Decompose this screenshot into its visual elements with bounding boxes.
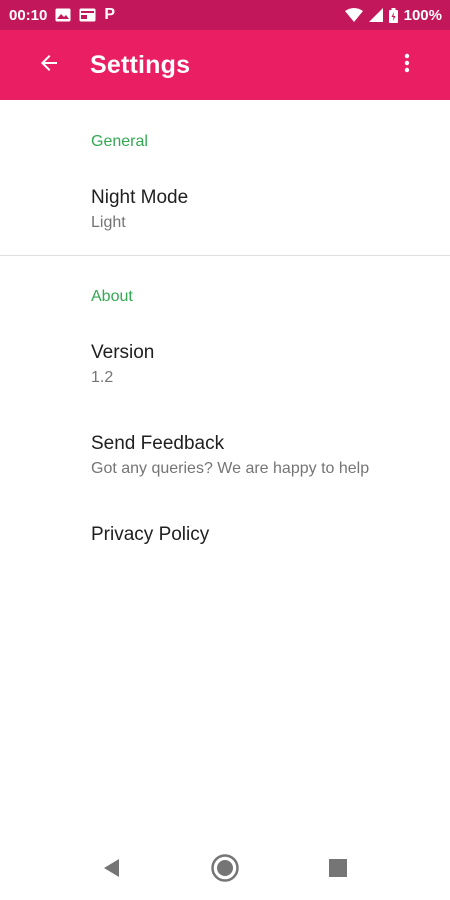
pref-summary: 1.2 [91, 369, 114, 386]
card-icon [79, 8, 96, 22]
settings-screen: 00:10 P 100% Settings General Night Mode… [0, 0, 450, 900]
nav-back-button[interactable] [96, 854, 128, 886]
nav-recents-button[interactable] [322, 854, 354, 886]
arrow-back-icon [37, 51, 61, 80]
status-bar: 00:10 P 100% [0, 0, 450, 30]
p-app-icon: P [104, 6, 116, 23]
pref-title: Send Feedback [91, 433, 225, 454]
system-nav-bar [0, 840, 450, 900]
pref-summary: Light [91, 214, 126, 231]
battery-icon [388, 7, 398, 23]
nav-recents-icon [329, 858, 347, 882]
overflow-menu-button[interactable] [386, 44, 428, 86]
back-button[interactable] [21, 37, 77, 93]
signal-icon [368, 8, 383, 22]
pref-version[interactable]: Version 1.2 [0, 341, 450, 389]
battery-percent: 100% [403, 6, 442, 24]
app-bar: Settings [0, 30, 450, 100]
section-divider [0, 255, 450, 256]
wifi-icon [344, 8, 363, 22]
pref-title: Version [91, 342, 155, 363]
section-header-about: About [91, 288, 133, 305]
pref-night-mode[interactable]: Night Mode Light [0, 186, 450, 234]
nav-back-icon [102, 858, 122, 883]
nav-home-icon [210, 853, 240, 888]
section-header-general: General [91, 133, 148, 150]
page-title: Settings [90, 50, 191, 79]
more-vert-icon [395, 51, 419, 80]
image-icon [55, 8, 71, 22]
status-right: 100% [344, 6, 442, 24]
pref-send-feedback[interactable]: Send Feedback Got any queries? We are ha… [0, 432, 450, 480]
pref-summary: Got any queries? We are happy to help [91, 460, 370, 477]
nav-home-button[interactable] [209, 853, 241, 888]
pref-privacy-policy[interactable]: Privacy Policy [0, 523, 450, 547]
pref-title: Night Mode [91, 187, 189, 208]
pref-title: Privacy Policy [91, 524, 210, 545]
status-time: 00:10 [9, 6, 48, 24]
status-left: 00:10 P [9, 6, 115, 24]
